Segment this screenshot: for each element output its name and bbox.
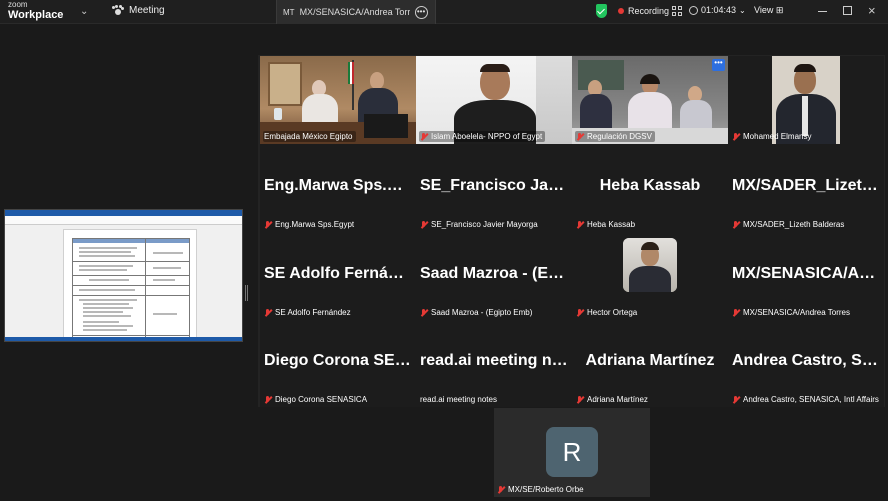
document-table (72, 238, 190, 341)
brand-top: zoom (8, 0, 28, 9)
share-title: MX/SENASICA/Andrea Torres's sc (299, 7, 410, 17)
participant-name-display: Andrea Castro, SENASICA, Intl Affairs (732, 352, 884, 369)
chevron-down-icon[interactable]: ⌄ (80, 6, 88, 17)
video-tile[interactable]: Embajada México Egipto (260, 56, 416, 144)
share-screen-tab[interactable]: MT MX/SENASICA/Andrea Torres's sc ••• (276, 0, 436, 24)
participant-label: MX/SE/Roberto Orbe (497, 485, 584, 494)
participant-tile[interactable]: MX/SENASICA/Andrea Torres MX/SENASICA/An… (728, 232, 884, 320)
participant-name-display: MX/SENASICA/Andrea Torres (732, 265, 884, 282)
participant-tile[interactable]: Diego Corona SENASICA Diego Corona SENAS… (260, 319, 416, 407)
participant-tile[interactable]: Heba Kassab Heba Kassab (572, 144, 728, 232)
participant-label: Andrea Castro, SENASICA, Intl Affairs (731, 394, 881, 405)
video-tile[interactable]: Islam Aboelela- NPPO of Egypt (416, 56, 572, 144)
participant-tile[interactable]: read.ai meeting notes read.ai meeting no… (416, 319, 572, 407)
minimize-button[interactable] (818, 11, 827, 12)
document-ribbon (5, 216, 242, 225)
mic-muted-icon (497, 485, 505, 494)
mic-muted-icon (264, 220, 272, 229)
participant-name-display: Heba Kassab (599, 177, 701, 194)
paw-icon (112, 5, 124, 16)
participant-tile[interactable]: Eng.Marwa Sps.Egypt Eng.Marwa Sps.Egypt (260, 144, 416, 232)
participant-label: Saad Mazroa - (Egipto Emb) (419, 307, 535, 318)
participant-tile[interactable]: SE_Francisco Javier Mayorga SE_Francisco… (416, 144, 572, 232)
timer-value: 01:04:43 (701, 5, 737, 15)
participant-tile[interactable]: MX/SADER_Lizeth Balderas MX/SADER_Lizeth… (728, 144, 884, 232)
security-shield-icon[interactable] (596, 4, 607, 18)
participant-name-display: MX/SADER_Lizeth Balderas (732, 177, 884, 194)
participant-label: SE Adolfo Fernández (263, 307, 354, 318)
mic-muted-icon (576, 132, 584, 141)
mic-muted-icon (264, 395, 272, 404)
chevron-down-icon: ⌄ (739, 5, 746, 15)
recording-label: Recording (628, 6, 670, 16)
title-bar: zoom Workplace ⌄ Meeting MT MX/SENASICA/… (0, 0, 888, 24)
mic-muted-icon (264, 308, 272, 317)
gallery-view: Embajada México Egipto Islam Aboelela- N… (258, 55, 885, 407)
participant-label: SE_Francisco Javier Mayorga (419, 219, 541, 230)
shared-screen-preview[interactable] (4, 209, 243, 342)
participant-label: Diego Corona SENASICA (263, 394, 370, 405)
mic-muted-icon (732, 395, 740, 404)
apps-grid-icon[interactable] (672, 6, 682, 16)
brand-bottom: Workplace (8, 9, 64, 21)
mic-muted-icon (420, 308, 428, 317)
close-button[interactable]: × (868, 3, 876, 18)
participant-tile[interactable]: Saad Mazroa - (Egipto Emb) Saad Mazroa -… (416, 232, 572, 320)
participant-name-display: Saad Mazroa - (Egipto Emb) (420, 265, 572, 282)
participant-label: Embajada México Egipto (263, 131, 356, 142)
mic-muted-icon (732, 220, 740, 229)
mic-muted-icon (576, 220, 584, 229)
participant-label: Mohamed Elmansy (731, 131, 814, 142)
participant-name-display: SE Adolfo Fernández (264, 265, 416, 282)
view-options-icon: ⊞ (775, 5, 784, 15)
more-options-icon[interactable]: ••• (414, 5, 428, 19)
participant-tile[interactable]: Adriana Martínez Adriana Martínez (572, 319, 728, 407)
self-view-tile[interactable]: R MX/SE/Roberto Orbe (494, 408, 650, 497)
participant-tile[interactable]: Hector Ortega (572, 232, 728, 320)
document-statusbar (5, 337, 242, 341)
participant-avatar (623, 238, 677, 292)
view-button[interactable]: View ⊞ (754, 5, 783, 16)
participant-label: MX/SADER_Lizeth Balderas (731, 219, 847, 230)
record-dot-icon (618, 8, 624, 14)
participant-name-display: SE_Francisco Javier Mayorga (420, 177, 572, 194)
video-tile[interactable]: Mohamed Elmansy (728, 56, 884, 144)
participant-label: MX/SENASICA/Andrea Torres (731, 307, 853, 318)
mic-muted-icon (420, 132, 428, 141)
meeting-tab[interactable]: Meeting (112, 5, 165, 16)
mic-muted-icon (576, 308, 584, 317)
participant-name-display: read.ai meeting notes (420, 352, 572, 369)
participant-name-display: Adriana Martínez (585, 352, 715, 369)
maximize-button[interactable] (843, 6, 852, 15)
participant-label: read.ai meeting notes (420, 395, 497, 404)
meeting-timer[interactable]: 01:04:43 ⌄ (689, 5, 746, 15)
share-badge: MT (283, 7, 295, 17)
participant-label: Islam Aboelela- NPPO of Egypt (419, 131, 546, 142)
participant-tile[interactable]: Andrea Castro, SENASICA, Intl Affairs An… (728, 319, 884, 407)
participant-label: Eng.Marwa Sps.Egypt (263, 219, 357, 230)
clock-icon (689, 5, 698, 15)
participant-tile[interactable]: SE Adolfo Fernández SE Adolfo Fernández (260, 232, 416, 320)
participant-label: Hector Ortega (575, 307, 640, 318)
participant-name-display: Diego Corona SENASICA (264, 352, 416, 369)
document-page (63, 229, 197, 341)
participant-name-display: Eng.Marwa Sps.Egypt (264, 177, 416, 194)
mic-muted-icon (732, 308, 740, 317)
video-tile[interactable]: ••• Regulación DGSV (572, 56, 728, 144)
participant-initial-avatar: R (546, 427, 598, 477)
participant-label: Adriana Martínez (575, 394, 651, 405)
zoom-workplace-logo: zoom Workplace (8, 1, 63, 21)
participant-label: Regulación DGSV (575, 131, 655, 142)
view-label: View (754, 5, 774, 15)
participant-label: Heba Kassab (575, 219, 638, 230)
recording-indicator[interactable]: Recording (618, 6, 669, 16)
meeting-label: Meeting (129, 5, 165, 16)
mic-muted-icon (732, 132, 740, 141)
mic-muted-icon (576, 395, 584, 404)
mic-muted-icon (420, 220, 428, 229)
resize-handle[interactable] (245, 285, 248, 301)
more-options-button[interactable]: ••• (712, 59, 725, 71)
